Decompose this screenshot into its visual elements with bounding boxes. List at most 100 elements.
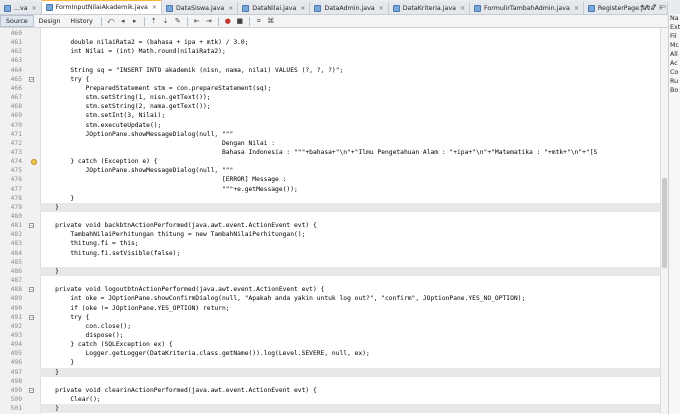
code-line[interactable]: Clear();: [40, 395, 660, 404]
close-tab-icon[interactable]: ×: [300, 5, 305, 12]
editor-tab[interactable]: DataNilai.java ×: [238, 2, 311, 14]
code-line[interactable]: stm.setString(1, nisn.getText());: [40, 93, 660, 102]
code-line[interactable]: stm.setInt(3, Nilai);: [40, 111, 660, 120]
side-panel-item[interactable]: Ac: [669, 59, 680, 68]
code-line-text: int Nilai = (int) Math.round(nilaiRata2)…: [40, 48, 226, 56]
source-tab[interactable]: Source: [0, 15, 34, 27]
editor-tab[interactable]: DataAdmin.java ×: [310, 2, 389, 14]
shift-left-icon[interactable]: ⇤: [193, 17, 201, 25]
code-line[interactable]: [ERROR] Message :: [40, 175, 660, 184]
code-line-text: private void clearinActionPerformed(java…: [40, 386, 317, 394]
code-line[interactable]: stm.executeUpdate();: [40, 121, 660, 130]
code-line[interactable]: private void backbtnActionPerformed(java…: [40, 221, 660, 230]
code-line[interactable]: Logger.getLogger(DataKriteria.class.getN…: [40, 349, 660, 358]
code-line[interactable]: }: [40, 202, 660, 212]
editor-tab[interactable]: DataSiswa.java ×: [161, 2, 239, 14]
editor-tab[interactable]: FormulirTambahAdmin.java ×: [469, 2, 584, 14]
code-line[interactable]: try {: [40, 313, 660, 322]
fold-toggle-icon[interactable]: −: [29, 76, 34, 82]
find-previous-icon[interactable]: ⇡: [150, 17, 158, 25]
uncomment-icon[interactable]: ⌘: [267, 17, 275, 25]
code-line[interactable]: stm.setString(2, nama.getText());: [40, 102, 660, 111]
close-tab-icon[interactable]: ×: [460, 5, 465, 12]
code-line[interactable]: }: [40, 367, 660, 377]
code-line[interactable]: [40, 212, 660, 221]
shift-right-icon[interactable]: ⇥: [205, 17, 213, 25]
editor-tab[interactable]: FormInputNilaiAkademik.java ×: [41, 0, 162, 14]
maximize-window-icon[interactable]: ▭: [659, 2, 666, 10]
code-line[interactable]: dispose();: [40, 331, 660, 340]
tab-scroll-right-icon[interactable]: ▸: [646, 2, 650, 10]
code-line[interactable]: double nilaiRata2 = (bahasa + ipa + mtk)…: [40, 38, 660, 47]
close-tab-icon[interactable]: ×: [574, 5, 579, 12]
code-line[interactable]: private void clearinActionPerformed(java…: [40, 386, 660, 395]
toggle-highlight-icon[interactable]: ✎: [174, 17, 182, 25]
code-line[interactable]: [40, 29, 660, 38]
code-line[interactable]: [40, 377, 660, 386]
scrollbar-thumb[interactable]: [662, 178, 667, 268]
code-line[interactable]: TambahNilaiPerhitungan thitung = new Tam…: [40, 230, 660, 239]
forward-icon[interactable]: ▸: [131, 17, 139, 25]
code-editor[interactable]: 460 461 462 463 464 465 − 466 467 468 469 470 471 472…: [0, 28, 660, 414]
side-panel-item[interactable]: Mc: [669, 41, 680, 50]
start-macro-icon[interactable]: ●: [224, 17, 232, 25]
code-line-text: } catch (SQLException ex) {: [40, 341, 173, 349]
code-line[interactable]: """+e.getMessage());: [40, 185, 660, 194]
code-line[interactable]: Bahasa Indonesia : """+bahasa+"\n"+"Ilmu…: [40, 148, 660, 157]
find-next-icon[interactable]: ⇣: [162, 17, 170, 25]
code-line[interactable]: } catch (Exception e) {: [40, 157, 660, 166]
editor-tab[interactable]: DataKriteria.java ×: [388, 2, 470, 14]
design-tab[interactable]: Design: [34, 15, 66, 27]
code-line[interactable]: if (oke != JOptionPane.YES_OPTION) retur…: [40, 304, 660, 313]
code-line[interactable]: Dengan Nilai :: [40, 139, 660, 148]
side-panel-item[interactable]: Co: [669, 68, 680, 77]
code-line[interactable]: int oke = JOptionPane.showConfirmDialog(…: [40, 294, 660, 303]
stop-macro-icon[interactable]: ■: [236, 17, 244, 25]
code-line[interactable]: PreparedStatement stm = con.prepareState…: [40, 84, 660, 93]
close-tab-icon[interactable]: ×: [379, 5, 384, 12]
tab-scroll-left-icon[interactable]: ◂: [640, 2, 644, 10]
code-line[interactable]: [40, 276, 660, 285]
side-panel-item[interactable]: Na: [669, 14, 680, 23]
code-line[interactable]: int Nilai = (int) Math.round(nilaiRata2)…: [40, 47, 660, 56]
code-line[interactable]: [40, 56, 660, 65]
editor-tab[interactable]: ...va ×: [0, 2, 42, 14]
code-line[interactable]: }: [40, 266, 660, 277]
java-file-icon: [165, 4, 173, 12]
close-tab-icon[interactable]: ×: [32, 5, 37, 12]
code-line[interactable]: thitung.fi.setVisible(false);: [40, 249, 660, 258]
tab-list-icon[interactable]: ▾: [653, 2, 657, 10]
code-line[interactable]: thitung.fi = this;: [40, 239, 660, 248]
code-line[interactable]: }: [40, 404, 660, 414]
code-line-text: try {: [40, 75, 90, 83]
code-line[interactable]: [40, 258, 660, 267]
code-line[interactable]: try {: [40, 75, 660, 84]
comment-icon[interactable]: ⌗: [255, 17, 263, 25]
side-panel-item[interactable]: Fil: [669, 32, 680, 41]
code-line-text: if (oke != JOptionPane.YES_OPTION) retur…: [40, 304, 230, 312]
side-panel-item[interactable]: All: [669, 50, 680, 59]
code-line[interactable]: }: [40, 358, 660, 367]
code-line-text: JOptionPane.showMessageDialog(null, """: [40, 167, 234, 175]
close-tab-icon[interactable]: ×: [152, 4, 157, 11]
side-panel-item[interactable]: Bo: [669, 86, 680, 95]
side-panel-item[interactable]: Ru: [669, 77, 680, 86]
code-area[interactable]: double nilaiRata2 = (bahasa + ipa + mtk)…: [40, 28, 660, 414]
last-edit-icon[interactable]: ⤺: [107, 17, 115, 25]
code-line[interactable]: con.close();: [40, 322, 660, 331]
fold-toggle-icon[interactable]: −: [29, 223, 34, 229]
fold-toggle-icon[interactable]: −: [29, 387, 34, 393]
code-line[interactable]: private void logoutbtnActionPerformed(ja…: [40, 285, 660, 294]
code-line[interactable]: JOptionPane.showMessageDialog(null, """: [40, 130, 660, 139]
code-line[interactable]: } catch (SQLException ex) {: [40, 340, 660, 349]
history-tab[interactable]: History: [65, 15, 97, 27]
code-line[interactable]: String sq = "INSERT INTO akademik (nisn,…: [40, 66, 660, 75]
code-line[interactable]: JOptionPane.showMessageDialog(null, """: [40, 166, 660, 175]
hint-bulb-icon[interactable]: [31, 158, 37, 165]
fold-toggle-icon[interactable]: −: [29, 287, 34, 293]
fold-toggle-icon[interactable]: −: [29, 314, 34, 320]
back-icon[interactable]: ◂: [119, 17, 127, 25]
code-line[interactable]: }: [40, 194, 660, 203]
side-panel-item[interactable]: Ext: [669, 23, 680, 32]
close-tab-icon[interactable]: ×: [228, 5, 233, 12]
